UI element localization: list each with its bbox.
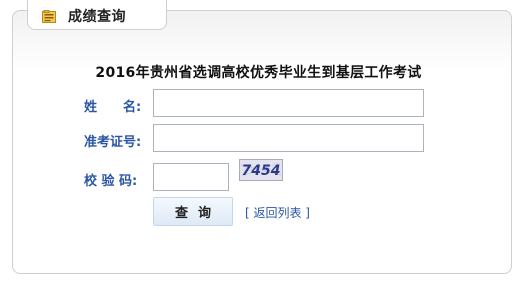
- query-button[interactable]: 查询: [153, 197, 233, 226]
- captcha-label: 校 验 码:: [84, 174, 138, 189]
- captcha-text: 7454: [242, 163, 281, 179]
- name-label: 姓 名:: [84, 100, 142, 115]
- captcha-input[interactable]: [153, 163, 229, 191]
- tab-title: 成绩查询: [68, 9, 126, 25]
- ticket-number-input[interactable]: [153, 124, 424, 152]
- back-to-list-link[interactable]: [ 返回列表 ]: [245, 204, 310, 221]
- name-input[interactable]: [153, 89, 424, 117]
- ticket-number-label: 准考证号:: [84, 135, 142, 150]
- tab-score-query: 成绩查询: [27, 0, 167, 30]
- report-icon: [42, 8, 56, 23]
- captcha-image[interactable]: 7454: [239, 159, 283, 181]
- page-title: 2016年贵州省选调高校优秀毕业生到基层工作考试: [95, 65, 422, 81]
